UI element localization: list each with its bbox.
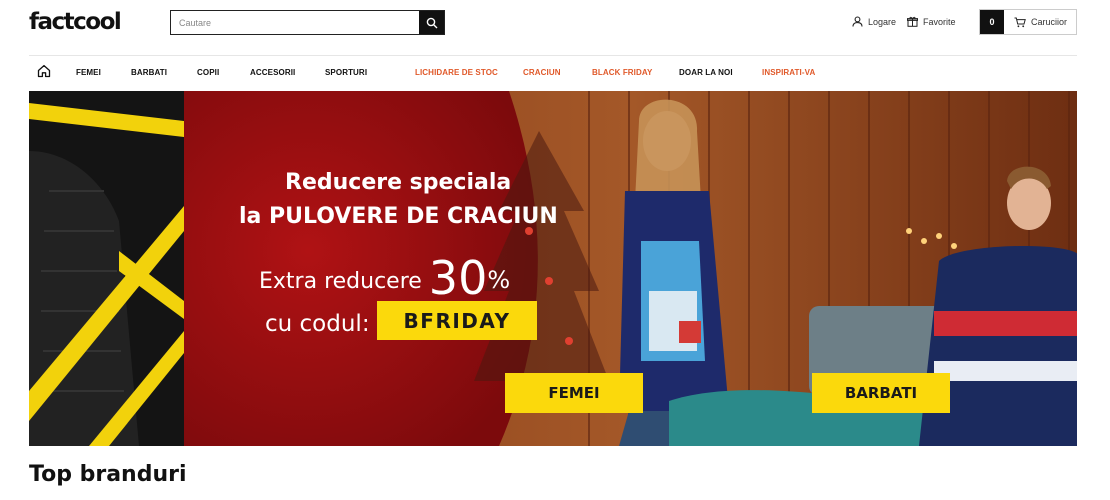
search-button[interactable] [419, 11, 444, 34]
cart-count: 0 [980, 10, 1004, 34]
home-icon [37, 64, 51, 78]
search-input[interactable] [171, 11, 419, 34]
home-button[interactable] [37, 64, 51, 83]
banner-discount-line: Extra reducere 30% [259, 251, 510, 305]
nav-item-lichidare-de-stoc[interactable]: LICHIDARE DE STOC [415, 68, 498, 77]
nav-item-femei[interactable]: FEMEI [76, 68, 101, 77]
nav-item-doar-la-noi[interactable]: DOAR LA NOI [679, 68, 733, 77]
hero-banner[interactable]: Reducere speciala la PULOVERE DE CRACIUN… [29, 91, 1077, 446]
login-link[interactable]: Logare [852, 16, 896, 27]
cart-label: Caruciior [1031, 17, 1068, 27]
cart-label-group: Caruciior [1004, 17, 1067, 28]
discount-value: 30 [428, 251, 488, 305]
banner-code-label: cu codul: [265, 311, 370, 337]
nav-item-accesorii[interactable]: ACCESORII [250, 68, 295, 77]
search-icon [426, 17, 437, 28]
favorites-link[interactable]: Favorite [907, 16, 956, 27]
user-icon [852, 16, 863, 27]
main-nav: FEMEI BARBATI COPII ACCESORII SPORTURI L… [0, 64, 1110, 82]
promo-code-badge: BFRIDAY [377, 301, 537, 340]
shop-men-button[interactable]: BARBATI [812, 373, 950, 413]
banner-headline-2: la PULOVERE DE CRACIUN [239, 204, 558, 229]
site-logo[interactable]: factcool [29, 9, 122, 35]
nav-item-sporturi[interactable]: SPORTURI [325, 68, 367, 77]
discount-prefix: Extra reducere [259, 269, 429, 294]
discount-sign: % [487, 266, 511, 294]
favorites-label: Favorite [923, 16, 956, 27]
page: factcool Logare Favorite 0 Caruciior FEM… [0, 0, 1110, 500]
cart-button[interactable]: 0 Caruciior [979, 9, 1077, 35]
login-label: Logare [868, 16, 897, 27]
nav-item-barbati[interactable]: BARBATI [131, 68, 167, 77]
search-bar [170, 10, 445, 35]
cart-icon [1014, 17, 1026, 27]
gift-icon [907, 16, 918, 27]
nav-item-copii[interactable]: COPII [197, 68, 219, 77]
nav-item-craciun[interactable]: CRACIUN [523, 68, 561, 77]
nav-item-inspirati-va[interactable]: INSPIRATI-VA [762, 68, 815, 77]
banner-headline-1: Reducere speciala [285, 170, 512, 195]
nav-item-black-friday[interactable]: BLACK FRIDAY [592, 68, 652, 77]
shop-women-button[interactable]: FEMEI [505, 373, 643, 413]
top-brands-title: Top branduri [29, 462, 187, 487]
header-divider [29, 55, 1077, 56]
